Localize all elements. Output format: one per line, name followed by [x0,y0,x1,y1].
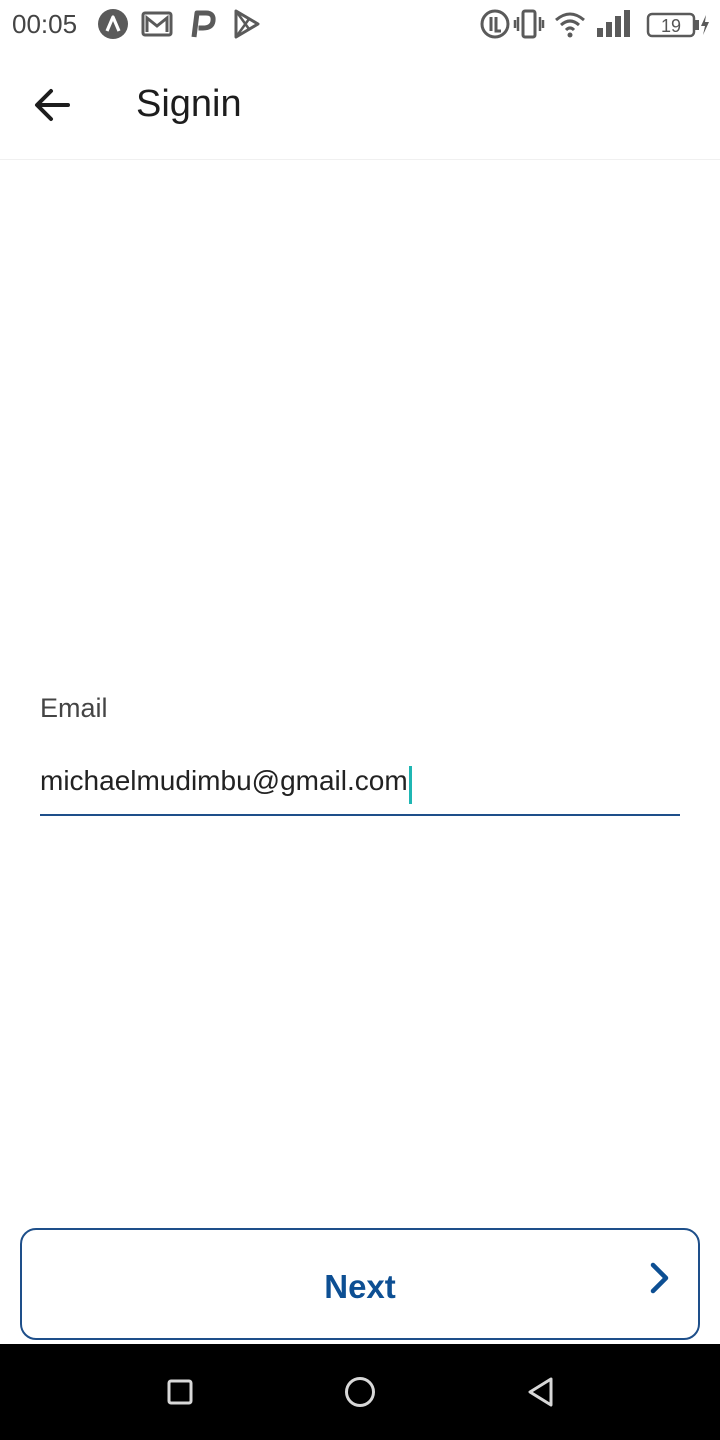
play-store-icon [230,8,262,45]
square-icon [167,1379,193,1405]
email-value: michaelmudimbu@gmail.com [40,765,408,796]
app-bar: Signin [0,50,720,160]
system-nav-bar [0,1344,720,1440]
chevron-right-icon [648,1260,672,1301]
system-back-button[interactable] [520,1372,560,1412]
battery-icon: 19 [646,8,710,45]
next-button-label: Next [324,1268,396,1305]
home-button[interactable] [340,1372,380,1412]
status-bar: 00:05 19 [0,0,720,50]
svg-text:19: 19 [661,16,681,36]
p-icon [187,8,217,45]
hd-call-icon [479,8,511,45]
signal-icon [594,8,634,45]
vibrate-icon [513,8,545,45]
next-button[interactable]: Next [20,1228,700,1340]
circle-icon [345,1377,375,1407]
arrow-left-icon [35,89,70,121]
email-field[interactable]: michaelmudimbu@gmail.com [40,762,680,816]
text-cursor [408,766,412,804]
recents-button[interactable] [160,1372,200,1412]
gmail-icon [141,8,173,45]
triangle-back-icon [528,1377,553,1407]
back-button[interactable] [22,75,82,135]
status-time: 00:05 [12,9,78,39]
page-title: Signin [136,83,242,125]
email-label: Email [40,693,108,723]
app-a-icon [97,8,129,45]
charging-icon [701,15,709,35]
wifi-icon [553,8,587,45]
